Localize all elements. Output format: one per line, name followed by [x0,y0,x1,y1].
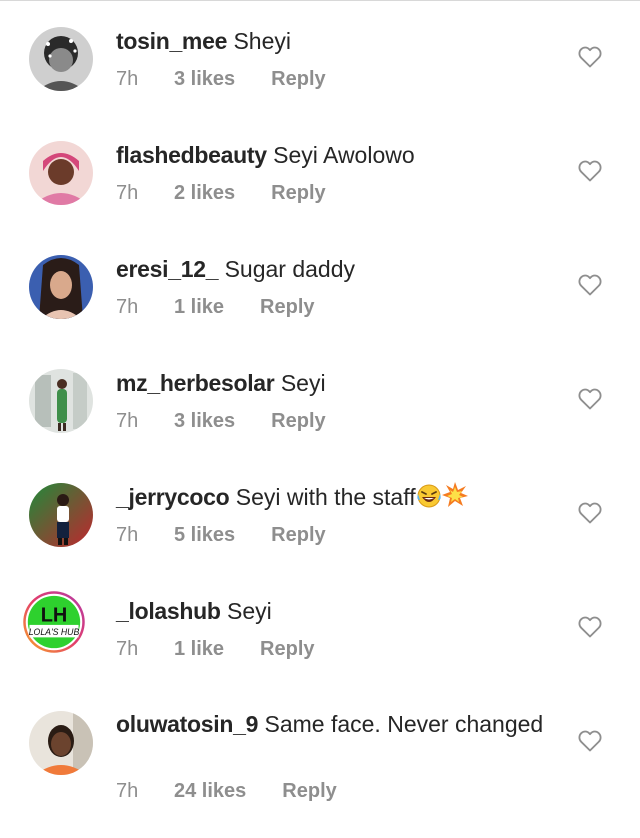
comment-time: 7h [116,296,139,318]
comment-text: tosin_mee Sheyi [116,26,556,56]
comment-username[interactable]: tosin_mee [116,28,227,54]
reply-button[interactable]: Reply [271,67,325,91]
comment-body: Sugar daddy [224,256,356,282]
comment-time: 7h [116,182,139,204]
comment-meta: 7h 1 like Reply [116,295,315,319]
comment-body: Seyi with the staff [235,484,416,510]
heart-outline-icon[interactable] [578,730,602,752]
lolashub-logo-big: LH [41,605,68,627]
heart-outline-icon[interactable] [578,616,602,638]
comment-time: 7h [116,524,139,546]
avatar[interactable] [29,711,93,775]
reply-button[interactable]: Reply [260,637,314,661]
comment-meta: 7h 3 likes Reply [116,67,326,91]
comment-time: 7h [116,638,139,660]
heart-outline-icon[interactable] [578,160,602,182]
comment-meta: 7h 1 like Reply [116,637,315,661]
reply-button[interactable]: Reply [271,523,325,547]
comment-text: _lolashub Seyi [116,596,556,626]
comment-username[interactable]: _jerrycoco [116,484,230,510]
comment-username[interactable]: _lolashub [116,598,221,624]
avatar[interactable] [29,255,93,319]
lolashub-logo-small: LOLA'S HUB [29,627,80,637]
heart-outline-icon[interactable] [578,274,602,296]
reply-button[interactable]: Reply [271,409,325,433]
comment-text: _jerrycoco Seyi with the staff [116,482,556,515]
comment-meta: 7h 2 likes Reply [116,181,326,205]
comment-likes[interactable]: 3 likes [174,409,235,433]
comment-meta: 7h 3 likes Reply [116,409,326,433]
comment-time: 7h [116,410,139,432]
heart-outline-icon[interactable] [578,46,602,68]
comment-username[interactable]: mz_herbesolar [116,370,275,396]
comment-likes[interactable]: 5 likes [174,523,235,547]
comment-likes[interactable]: 1 like [174,295,224,319]
comment-likes[interactable]: 2 likes [174,181,235,205]
heart-outline-icon[interactable] [578,388,602,410]
reply-button[interactable]: Reply [271,181,325,205]
comment-meta: 7h 5 likes Reply [116,523,326,547]
comment-text: flashedbeauty Seyi Awolowo [116,140,556,170]
laughing-crying-emoji-icon [416,484,442,515]
comment-time: 7h [116,68,139,90]
avatar[interactable] [29,27,93,91]
reply-button[interactable]: Reply [260,295,314,319]
avatar[interactable] [29,369,93,433]
comment-likes[interactable]: 3 likes [174,67,235,91]
comment-time: 7h [116,780,139,802]
comment-text: eresi_12_ Sugar daddy [116,254,556,284]
comment-body: Seyi Awolowo [273,142,415,168]
comment-likes[interactable]: 24 likes [174,779,246,803]
heart-outline-icon[interactable] [578,502,602,524]
comment-username[interactable]: flashedbeauty [116,142,267,168]
comment-body: Same face. Never changed [264,711,544,737]
comment-body: Sheyi [233,28,292,54]
avatar[interactable] [29,483,93,547]
comment-body: Seyi [280,370,326,396]
reply-button[interactable]: Reply [282,779,336,803]
comment-username[interactable]: eresi_12_ [116,256,218,282]
comment-likes[interactable]: 1 like [174,637,224,661]
top-divider [0,0,640,1]
comment-username[interactable]: oluwatosin_9 [116,711,258,737]
collision-emoji-icon [441,482,468,515]
comment-text: oluwatosin_9 Same face. Never changed [116,709,556,739]
comment-meta: 7h 24 likes Reply [116,779,337,803]
comment-text: mz_herbesolar Seyi [116,368,556,398]
avatar[interactable] [29,141,93,205]
comment-body: Seyi [227,598,272,624]
story-ring-avatar[interactable]: LH LOLA'S HUB [22,590,99,667]
